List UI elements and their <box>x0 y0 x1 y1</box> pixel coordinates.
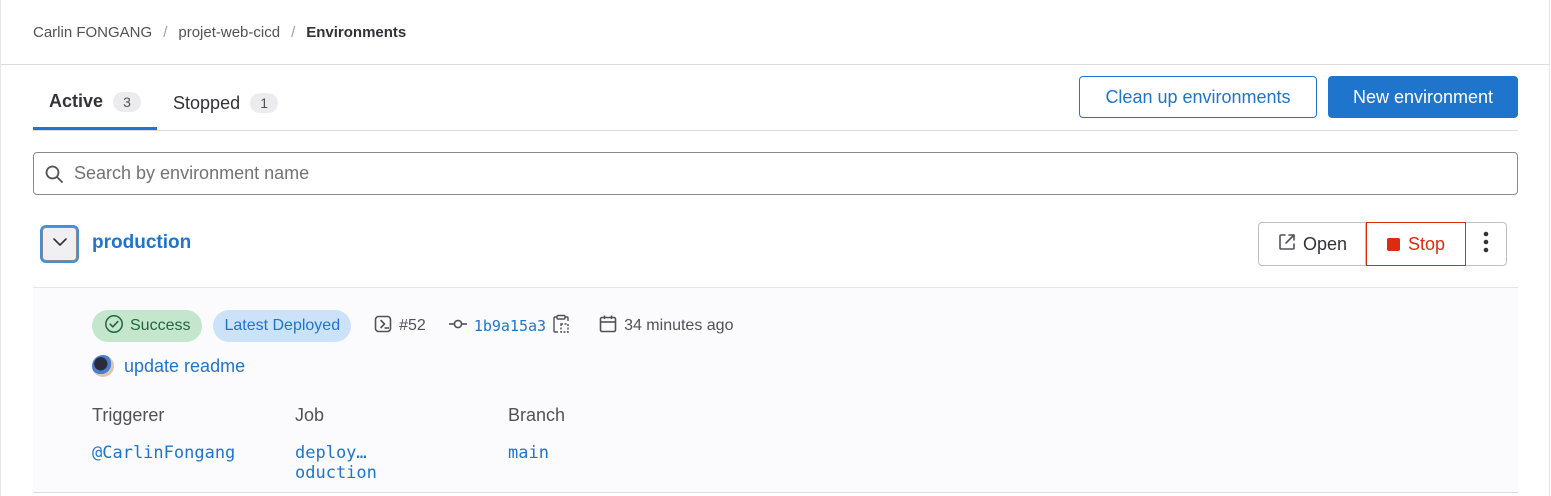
open-button[interactable]: Open <box>1258 222 1366 266</box>
new-environment-button[interactable]: New environment <box>1328 76 1518 118</box>
tab-active[interactable]: Active 3 <box>33 76 158 130</box>
deployment-icon <box>373 314 393 339</box>
search-box <box>33 152 1518 195</box>
deployment-status-row: Success Latest Deployed #52 1b9a15a3 34 … <box>92 310 733 342</box>
triggerer-link[interactable]: @CarlinFongang <box>92 443 235 463</box>
job-link[interactable]: deploy…oduction <box>295 443 377 483</box>
branch-column: Branch main <box>508 405 565 463</box>
time-ago: 34 minutes ago <box>624 317 734 334</box>
open-label: Open <box>1302 233 1348 254</box>
breadcrumb-item-project[interactable]: projet-web-cicd <box>178 24 280 41</box>
breadcrumb: Carlin FONGANG / projet-web-cicd / Envir… <box>33 22 406 42</box>
search-input[interactable] <box>74 163 1474 184</box>
stop-icon <box>1386 237 1400 251</box>
triggerer-column: Triggerer @CarlinFongang <box>92 405 235 463</box>
vertical-ellipsis-icon <box>1483 231 1489 258</box>
breadcrumb-item-group[interactable]: Carlin FONGANG <box>33 24 152 41</box>
check-circle-icon <box>104 314 124 339</box>
environment-tabs: Active 3 Stopped 1 <box>33 76 294 130</box>
copy-clipboard-icon[interactable] <box>552 314 570 339</box>
calendar-icon <box>598 314 618 339</box>
breadcrumb-current: Environments <box>306 23 407 41</box>
job-column: Job deploy…oduction <box>295 405 377 483</box>
commit-info: 1b9a15a3 <box>448 314 570 339</box>
status-label: Success <box>130 317 191 334</box>
commit-title-link[interactable]: update readme <box>124 356 245 377</box>
commit-row: update readme <box>92 354 245 378</box>
job-heading: Job <box>295 405 325 425</box>
clean-up-environments-button[interactable]: Clean up environments <box>1079 76 1317 118</box>
avatar[interactable] <box>92 355 114 377</box>
status-badge[interactable]: Success <box>92 310 203 342</box>
chevron-down-icon <box>52 234 68 255</box>
branch-heading: Branch <box>508 405 566 425</box>
environment-name-link[interactable]: production <box>92 232 191 254</box>
count-badge: 3 <box>113 91 142 112</box>
tab-label: Active <box>49 91 104 111</box>
page-border-right <box>1549 0 1550 496</box>
tab-stopped[interactable]: Stopped 1 <box>157 76 294 130</box>
more-actions-button[interactable] <box>1466 222 1507 266</box>
latest-deployed-badge: Latest Deployed <box>213 310 352 342</box>
breadcrumb-separator: / <box>291 23 296 41</box>
deployment-id: #52 <box>373 314 426 339</box>
stop-button[interactable]: Stop <box>1366 222 1466 266</box>
tabs-divider <box>33 130 1518 131</box>
expand-toggle-button[interactable] <box>42 227 77 261</box>
branch-link[interactable]: main <box>508 443 565 463</box>
commit-icon <box>448 317 468 336</box>
environment-actions: Open Stop <box>1258 222 1507 266</box>
commit-sha-link[interactable]: 1b9a15a3 <box>474 317 546 335</box>
deployment-number: #52 <box>399 317 426 334</box>
deployment-time: 34 minutes ago <box>598 314 733 339</box>
stop-label: Stop <box>1407 233 1446 254</box>
search-icon <box>34 164 74 184</box>
triggerer-heading: Triggerer <box>92 405 165 425</box>
header-divider <box>1 64 1549 65</box>
page-border-left <box>0 0 1 496</box>
tab-label: Stopped <box>173 92 241 113</box>
count-badge: 1 <box>250 93 279 113</box>
external-link-icon <box>1277 232 1297 257</box>
breadcrumb-separator: / <box>163 23 168 41</box>
